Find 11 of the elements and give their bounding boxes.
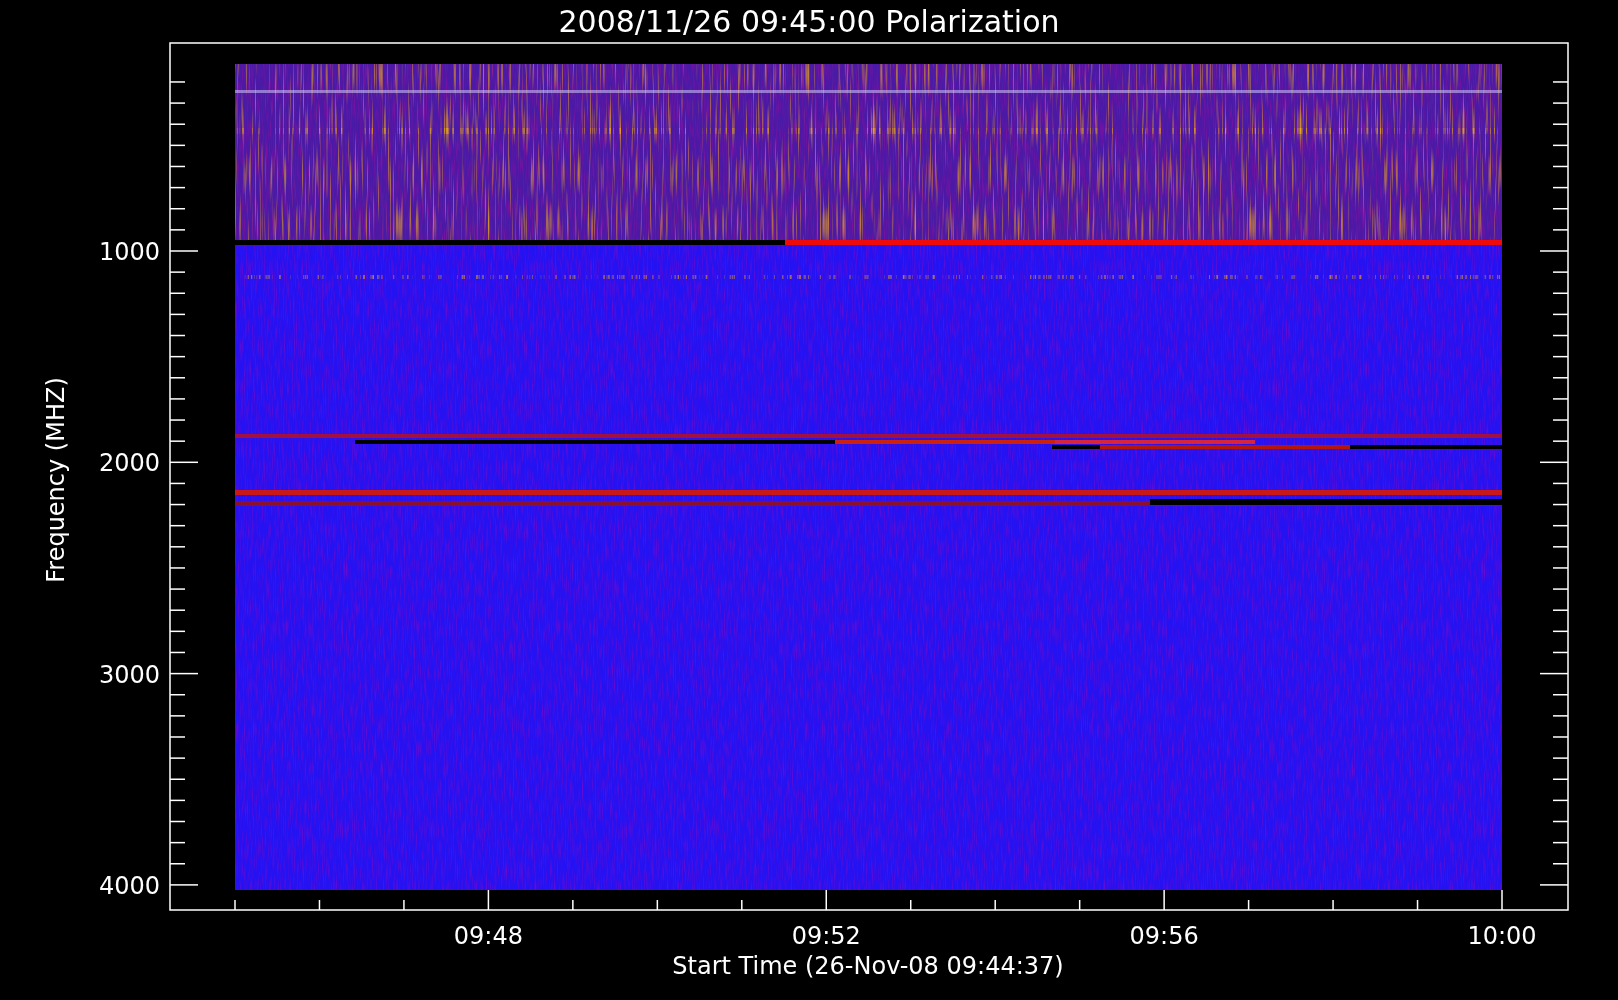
y-tick-label: 4000: [98, 871, 160, 900]
y-tick-label: 3000: [98, 660, 160, 689]
y-tick-label: 2000: [98, 449, 160, 478]
x-tick-label: 09:48: [453, 922, 523, 950]
x-axis-label: Start Time (26-Nov-08 09:44:37): [672, 952, 1064, 980]
x-tick-label: 09:52: [791, 922, 861, 950]
y-axis-label: Frequency (MHZ): [42, 377, 70, 583]
plot-title: 2008/11/26 09:45:00 Polarization: [558, 4, 1060, 39]
x-tick-label: 10:00: [1467, 922, 1537, 950]
x-tick-label: 09:56: [1129, 922, 1199, 950]
y-tick-label: 1000: [98, 238, 160, 266]
